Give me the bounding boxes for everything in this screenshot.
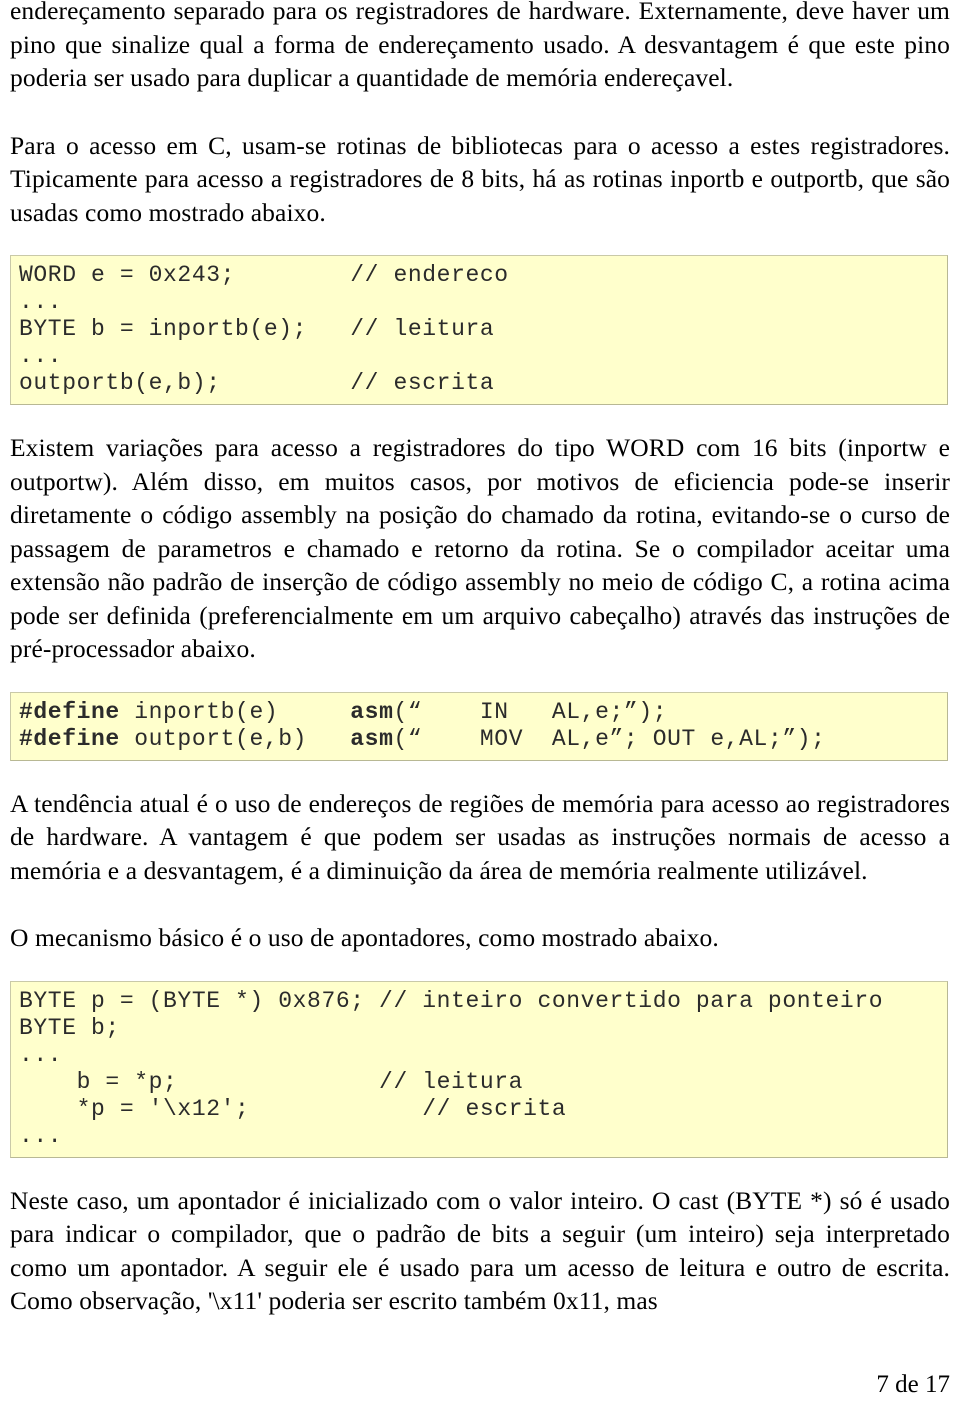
paragraph-3: Existem variações para acesso a registra… — [10, 433, 950, 663]
code-block-pointer-access: BYTE p = (BYTE *) 0x876; // inteiro conv… — [10, 980, 948, 1158]
code-block-define-asm: #define inportb(e) asm(“ IN AL,e;”); #de… — [10, 691, 948, 761]
code-keyword-asm-1: asm — [350, 698, 394, 725]
document-page: endereçamento separado para os registrad… — [0, 0, 960, 1414]
paragraph-1: endereçamento separado para os registrad… — [10, 0, 950, 92]
code-block-inportb-outportb: WORD e = 0x243; // endereco ... BYTE b =… — [10, 255, 948, 405]
paragraph-6: Neste caso, um apontador é inicializado … — [10, 1185, 950, 1316]
page-number-footer: 7 de 17 — [876, 1371, 950, 1398]
code-asm-body-2: (“ MOV AL,e”; OUT e,AL;”); — [393, 725, 826, 752]
code-macro-inportb: inportb(e) — [119, 698, 351, 725]
paragraph-4: A tendência atual é o uso de endereços d… — [10, 788, 950, 885]
code-keyword-define-1: #define — [19, 698, 120, 725]
code-keyword-define-2: #define — [19, 725, 120, 752]
paragraph-2: Para o acesso em C, usam-se rotinas de b… — [10, 130, 950, 227]
code-macro-outport: outport(e,b) — [119, 725, 351, 752]
code-keyword-asm-2: asm — [350, 725, 394, 752]
paragraph-5: O mecanismo básico é o uso de apontadore… — [10, 923, 719, 952]
code-asm-body-1: (“ IN AL,e;”); — [393, 698, 668, 725]
